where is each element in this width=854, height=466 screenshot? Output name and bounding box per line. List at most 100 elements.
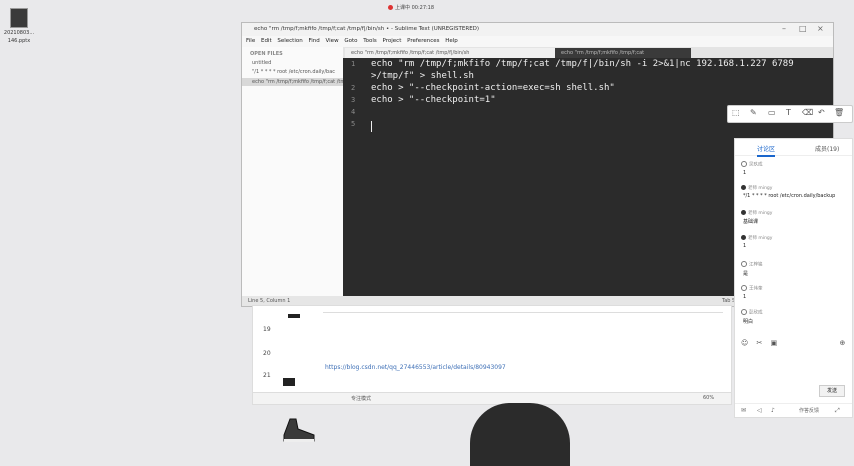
scissors-icon[interactable]: ✂ <box>757 339 763 347</box>
recording-label: 上课中 00:27:18 <box>395 5 435 11</box>
chat-panel: 讨论区 成员(19) 吴玖成 1 老师 mingy */1 * * * * ro… <box>734 138 853 418</box>
line-number: 4 <box>351 108 356 116</box>
text-cursor <box>371 121 372 132</box>
eraser-icon[interactable]: ⌫ <box>802 108 813 117</box>
doc-mark <box>283 378 295 386</box>
doc-line-number: 20 <box>263 350 271 357</box>
sidebar-file-untitled[interactable]: untitled <box>252 60 343 66</box>
message-sender: 吴玖成 <box>749 162 763 168</box>
menu-view[interactable]: View <box>326 38 339 44</box>
message-sender: 老师 mingy <box>748 186 773 191</box>
chat-message: 老师 mingy 1 <box>741 235 847 249</box>
chat-tools: ☺ ✂ ▣ ⊕ <box>741 339 845 347</box>
message-sender: 王伟奎 <box>749 286 763 292</box>
emoji-icon[interactable]: ☺ <box>741 339 748 347</box>
menu-tools[interactable]: Tools <box>363 38 377 44</box>
doc-status-bar: 专注模式 60% <box>253 392 731 404</box>
image-icon[interactable]: ▣ <box>771 339 778 347</box>
message-text: 1 <box>743 293 747 300</box>
message-text: 1 <box>743 243 747 249</box>
message-text: 明白 <box>743 318 754 325</box>
line-gutter: 1 2 3 4 5 <box>351 58 365 130</box>
chat-message: 老师 mingy 基础课 <box>741 210 847 225</box>
line-number: 2 <box>351 84 356 92</box>
menu-goto[interactable]: Goto <box>344 38 357 44</box>
more-icon[interactable]: ⊕ <box>840 339 846 347</box>
volume-icon[interactable]: ◁ <box>757 407 762 414</box>
menu-edit[interactable]: Edit <box>261 38 272 44</box>
sidebar-file-echo[interactable]: echo "rm /tmp/f;mkfifo /tmp/f;cat /tmp <box>242 78 343 86</box>
close-icon[interactable]: × <box>817 24 824 33</box>
focus-mode[interactable]: 专注模式 <box>351 395 371 402</box>
menu-preferences[interactable]: Preferences <box>407 38 439 44</box>
text-icon[interactable]: T <box>786 108 791 117</box>
delete-icon[interactable]: 🗑 <box>834 108 844 117</box>
tab-bar: echo "rm /tmp/f;mkfifo /tmp/f;cat /tmp/f… <box>343 47 833 58</box>
ruler <box>323 312 723 313</box>
article-link[interactable]: https://blog.csdn.net/qq_27446553/articl… <box>325 364 506 371</box>
line-number: 3 <box>351 96 356 104</box>
message-sender: 江梓铭 <box>749 262 763 268</box>
message-sender: 老师 mingy <box>748 236 773 241</box>
message-sender: 彭欣成 <box>749 310 763 316</box>
expand-icon[interactable]: ⤢ <box>835 407 840 415</box>
menu-find[interactable]: Find <box>308 38 319 44</box>
doc-line-number: 21 <box>263 372 271 379</box>
chat-message: 老师 mingy */1 * * * * root /etc/cron.dail… <box>741 185 847 199</box>
file-icon <box>10 8 28 28</box>
chat-message: 江梓铭 是 <box>741 261 847 277</box>
send-button[interactable]: 发送 <box>819 385 845 397</box>
message-text: 基础课 <box>743 219 759 225</box>
chat-tabs: 讨论区 成员(19) <box>735 139 852 157</box>
tab-members[interactable]: 成员(19) <box>815 144 839 153</box>
avatar <box>741 285 747 291</box>
avatar <box>741 210 746 215</box>
sidebar-file-cron[interactable]: "/1 * * * * root /etc/cron.daily/bac <box>252 69 343 75</box>
code-line: echo > "--checkpoint-action=exec=sh shel… <box>371 83 615 93</box>
code-line: echo "rm /tmp/f;mkfifo /tmp/f;cat /tmp/f… <box>371 59 794 69</box>
tab-discussion[interactable]: 讨论区 <box>757 144 776 157</box>
message-sender: 老师 mingy <box>748 211 773 216</box>
desktop-file-icon[interactable]: 20210803... 146.pptx <box>2 8 36 46</box>
doc-mark <box>288 314 300 318</box>
annotation-toolbar: ⬚ ✎ ▭ T ⌫ ↶ 🗑 <box>727 105 853 123</box>
maximize-icon[interactable]: □ <box>799 24 807 33</box>
background-document: 19 20 21 https://blog.csdn.net/qq_274465… <box>252 305 732 405</box>
avatar <box>741 235 746 240</box>
tab-file-2[interactable]: echo "rm /tmp/f;mkfifo /tmp/f;cat <box>555 48 691 58</box>
menu-project[interactable]: Project <box>383 38 402 44</box>
recording-indicator: 上课中 00:27:18 <box>388 4 434 14</box>
feedback-label[interactable]: 作答反馈 <box>799 407 819 414</box>
chat-message: 王伟奎 1 <box>741 285 847 300</box>
select-icon[interactable]: ⬚ <box>732 108 740 117</box>
mic-icon[interactable]: ♪ <box>771 407 775 414</box>
desktop-file-label-1: 20210803... <box>3 30 35 36</box>
status-position: Line 5, Column 1 <box>248 298 291 304</box>
line-number: 5 <box>351 120 356 128</box>
tab-file-1[interactable]: echo "rm /tmp/f;mkfifo /tmp/f;cat /tmp/f… <box>345 48 555 58</box>
shoe-image <box>280 405 320 445</box>
undo-icon[interactable]: ↶ <box>818 108 825 117</box>
line-number <box>351 70 365 82</box>
avatar <box>741 261 747 267</box>
code-line: >/tmp/f" > shell.sh <box>371 71 474 81</box>
message-text: 是 <box>743 270 749 277</box>
minimize-icon[interactable]: – <box>782 24 786 33</box>
attachment-icon[interactable]: ✉ <box>741 407 746 414</box>
avatar <box>741 161 747 167</box>
avatar <box>741 185 746 190</box>
line-number: 1 <box>351 60 356 68</box>
menu-help[interactable]: Help <box>445 38 458 44</box>
record-icon <box>388 5 393 10</box>
open-files-header: OPEN FILES <box>250 51 283 57</box>
pen-icon[interactable]: ✎ <box>750 108 757 117</box>
avatar <box>741 309 747 315</box>
desktop-file-label-2: 146.pptx <box>7 38 31 44</box>
menu-file[interactable]: File <box>246 38 255 44</box>
doc-line-number: 19 <box>263 326 271 333</box>
rectangle-icon[interactable]: ▭ <box>768 108 776 117</box>
zoom-level: 60% <box>703 395 715 401</box>
chat-message: 吴玖成 1 <box>741 161 847 176</box>
menu-selection[interactable]: Selection <box>277 38 302 44</box>
chat-footer: ✉ ◁ ♪ 作答反馈 ⤢ <box>735 403 852 418</box>
